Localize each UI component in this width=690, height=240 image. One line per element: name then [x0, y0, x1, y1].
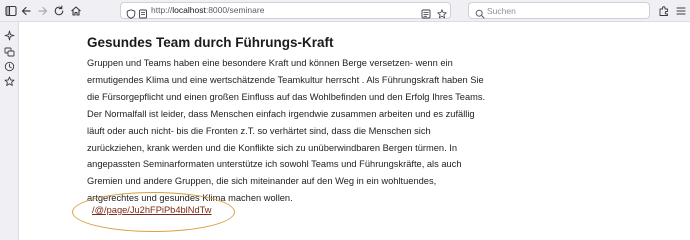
sidebar-toggle-icon[interactable]: [3, 3, 19, 19]
url-text[interactable]: http://localhost:8000/seminare: [151, 5, 264, 15]
reload-icon[interactable]: [51, 3, 67, 19]
paragraph-line: läuft oder auch nicht- bis die Fronten z…: [87, 125, 431, 136]
page-content: Gesundes Team durch Führungs-Kraft Grupp…: [19, 22, 690, 240]
extension-icon[interactable]: [656, 3, 672, 19]
sparkle-icon[interactable]: [2, 28, 16, 42]
paragraph-line: zurückziehen, krank werden und die Konfl…: [87, 142, 458, 153]
home-icon[interactable]: [68, 3, 84, 19]
menu-icon[interactable]: [673, 3, 689, 19]
paragraph-line: ermutigendes Klima und eine wertschätzen…: [87, 74, 484, 85]
url-bar[interactable]: http://localhost:8000/seminare: [120, 2, 451, 19]
bookmarks-star-icon[interactable]: [2, 74, 16, 88]
article-paragraph: Gruppen und Teams haben eine besondere K…: [87, 55, 487, 207]
paragraph-line: angepassten Seminarformaten unterstütze …: [87, 159, 462, 170]
url-prefix: http://: [151, 5, 173, 15]
page-link[interactable]: /@/page/Ju2hFPiPb4blNdTw: [92, 205, 212, 215]
page-title: Gesundes Team durch Führungs-Kraft: [87, 35, 334, 50]
synced-tabs-icon[interactable]: [2, 44, 16, 58]
paragraph-line: Gruppen und Teams haben eine besondere K…: [87, 58, 453, 68]
forward-arrow-icon[interactable]: [35, 3, 51, 19]
url-path: :8000/seminare: [205, 5, 265, 15]
paragraph-line: Der Normalfall ist leider, dass Menschen…: [87, 108, 475, 119]
url-host: localhost: [172, 5, 206, 15]
search-input[interactable]: [487, 4, 637, 18]
search-bar[interactable]: [468, 2, 650, 19]
paragraph-line: die Fürsorgepflicht und einen großen Ein…: [87, 91, 486, 102]
history-icon[interactable]: [2, 59, 16, 73]
browser-toolbar: http://localhost:8000/seminare: [0, 0, 690, 22]
paragraph-line: Gremien und andere Gruppen, die sich mit…: [87, 176, 437, 187]
back-arrow-icon[interactable]: [18, 3, 34, 19]
browser-sidebar: [0, 22, 19, 240]
